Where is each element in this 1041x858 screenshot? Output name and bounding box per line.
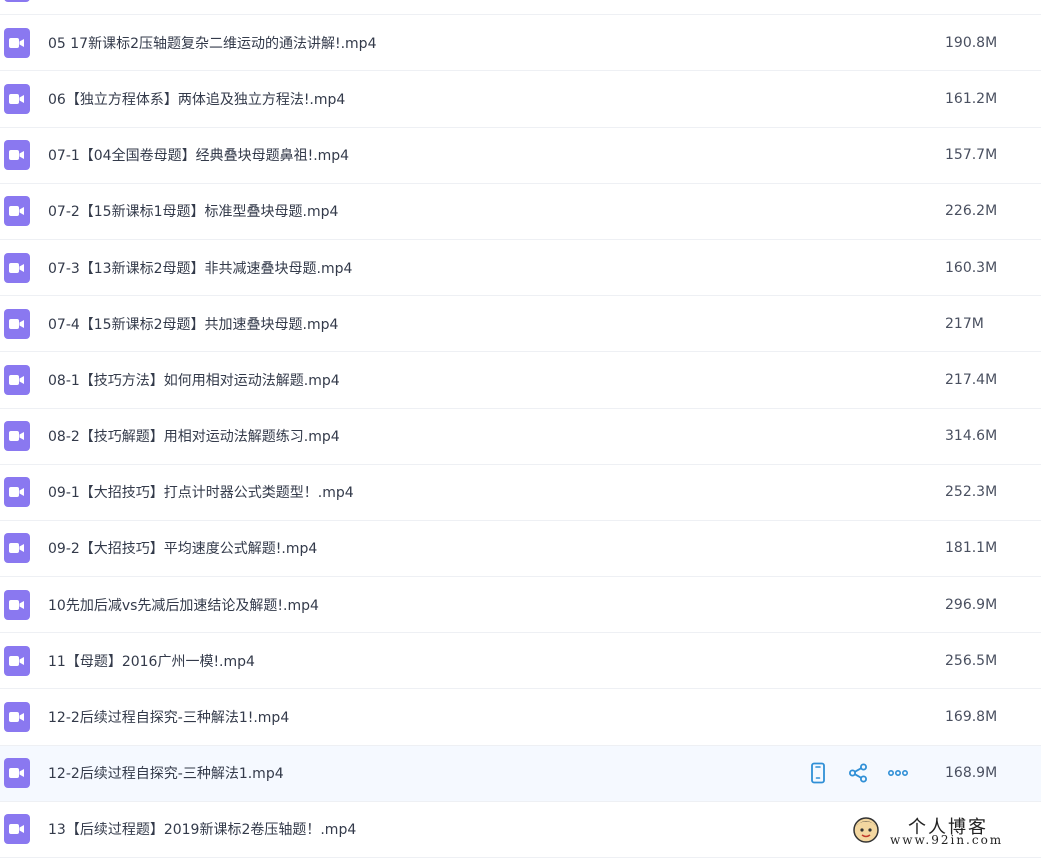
file-name[interactable]: 06【独立方程体系】两体追及独立方程法!.mp4 [48, 89, 345, 109]
file-row[interactable]: 07-1【04全国卷母题】经典叠块母题鼻祖!.mp4 157.7M [0, 128, 1041, 184]
row-actions [806, 761, 916, 785]
video-file-icon [4, 308, 30, 339]
video-file-icon [4, 83, 30, 114]
video-file-icon [4, 252, 30, 283]
file-size: 217M [945, 315, 984, 332]
file-name[interactable]: 05 17新课标2压轴题复杂二维运动的通法讲解!.mp4 [48, 33, 376, 53]
file-name[interactable]: 08-1【技巧方法】如何用相对运动法解题.mp4 [48, 370, 340, 390]
video-file-icon [4, 196, 30, 227]
file-row[interactable]: 05 17新课标2压轴题复杂二维运动的通法讲解!.mp4 190.8M [0, 15, 1041, 72]
file-name[interactable]: 12-2后续过程自探究-三种解法1.mp4 [48, 763, 284, 783]
file-size: 190.8M [945, 34, 998, 51]
blog-watermark: 个人博客 www.92in.com [848, 812, 1041, 853]
file-name[interactable]: 09-1【大招技巧】打点计时器公式类题型！.mp4 [48, 482, 354, 502]
phone-icon[interactable] [806, 761, 830, 785]
file-size: 217.4M [945, 371, 998, 388]
share-icon[interactable] [846, 761, 870, 785]
file-size: 314.6M [945, 428, 998, 445]
file-row[interactable]: 10先加后减vs先减后加速结论及解题!.mp4 296.9M [0, 577, 1041, 634]
file-row[interactable] [0, 0, 1041, 16]
file-name[interactable]: 12-2后续过程自探究-三种解法1!.mp4 [48, 707, 289, 727]
video-file-icon [4, 814, 30, 845]
video-file-icon [4, 645, 30, 676]
video-file-icon [4, 364, 30, 395]
watermark-url: www.92in.com [890, 833, 1004, 847]
file-size: 160.3M [945, 259, 998, 276]
file-row[interactable]: 08-2【技巧解题】用相对运动法解题练习.mp4 314.6M [0, 409, 1041, 465]
video-file-icon [4, 758, 30, 789]
file-name[interactable]: 08-2【技巧解题】用相对运动法解题练习.mp4 [48, 426, 340, 446]
avatar-icon [852, 816, 879, 843]
file-row[interactable]: 09-2【大招技巧】平均速度公式解题!.mp4 181.1M [0, 521, 1041, 578]
file-name[interactable]: 07-4【15新课标2母题】共加速叠块母题.mp4 [48, 314, 338, 334]
video-file-icon [4, 533, 30, 564]
video-file-icon [4, 589, 30, 620]
file-size: 161.2M [945, 90, 998, 107]
video-file-icon [4, 477, 30, 508]
video-file-icon [4, 0, 30, 2]
file-size: 169.8M [945, 709, 998, 726]
file-row[interactable]: 11【母题】2016广州一模!.mp4 256.5M [0, 633, 1041, 690]
file-name[interactable]: 07-1【04全国卷母题】经典叠块母题鼻祖!.mp4 [48, 145, 349, 165]
file-row[interactable]: 07-4【15新课标2母题】共加速叠块母题.mp4 217M [0, 296, 1041, 353]
file-row[interactable]: 09-1【大招技巧】打点计时器公式类题型！.mp4 252.3M [0, 465, 1041, 521]
file-name[interactable]: 07-3【13新课标2母题】非共减速叠块母题.mp4 [48, 258, 352, 278]
file-name[interactable]: 11【母题】2016广州一模!.mp4 [48, 651, 255, 671]
file-list: 05 17新课标2压轴题复杂二维运动的通法讲解!.mp4 190.8M 06【独… [0, 0, 1041, 858]
file-name[interactable]: 10先加后减vs先减后加速结论及解题!.mp4 [48, 595, 319, 615]
file-row-hovered[interactable]: 12-2后续过程自探究-三种解法1.mp4 168.9M [0, 745, 1041, 802]
file-size: 296.9M [945, 596, 998, 613]
file-row[interactable]: 06【独立方程体系】两体追及独立方程法!.mp4 161.2M [0, 71, 1041, 128]
file-row[interactable]: 08-1【技巧方法】如何用相对运动法解题.mp4 217.4M [0, 352, 1041, 409]
video-file-icon [4, 702, 30, 733]
file-size: 157.7M [945, 147, 998, 164]
file-size: 226.2M [945, 203, 998, 220]
file-size: 252.3M [945, 484, 998, 501]
file-size: 256.5M [945, 652, 998, 669]
video-file-icon [4, 27, 30, 58]
file-size: 168.9M [945, 765, 998, 782]
file-row[interactable]: 12-2后续过程自探究-三种解法1!.mp4 169.8M [0, 689, 1041, 746]
file-name[interactable]: 09-2【大招技巧】平均速度公式解题!.mp4 [48, 538, 317, 558]
file-row[interactable]: 07-2【15新课标1母题】标准型叠块母题.mp4 226.2M [0, 184, 1041, 240]
more-icon[interactable] [886, 761, 910, 785]
video-file-icon [4, 140, 30, 171]
file-name[interactable]: 13【后续过程题】2019新课标2卷压轴题！.mp4 [48, 819, 356, 839]
file-row[interactable]: 07-3【13新课标2母题】非共减速叠块母题.mp4 160.3M [0, 240, 1041, 297]
video-file-icon [4, 421, 30, 452]
file-size: 181.1M [945, 540, 998, 557]
file-name[interactable]: 07-2【15新课标1母题】标准型叠块母题.mp4 [48, 201, 338, 221]
